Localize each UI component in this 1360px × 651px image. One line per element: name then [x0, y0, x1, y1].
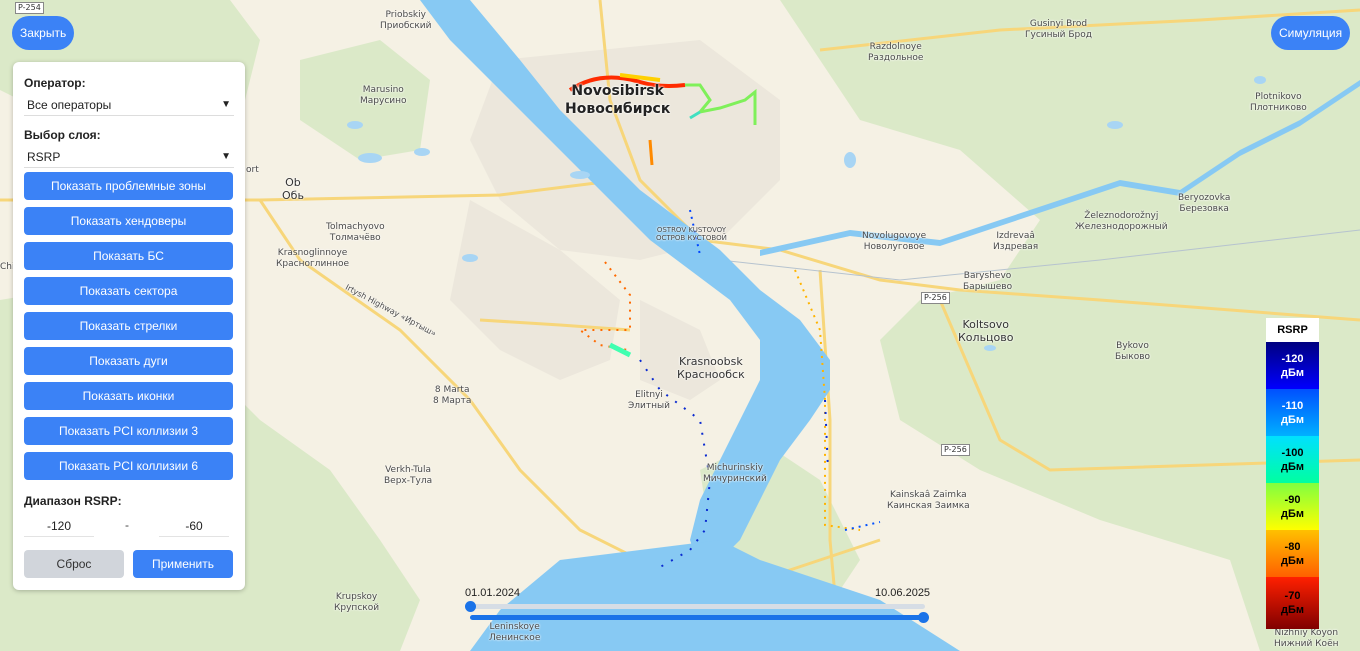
operator-select-value: Все операторы: [27, 98, 112, 112]
map-label-verkh-tula: Verkh-Tula Верх-Тула: [384, 465, 433, 486]
show-pci-collisions-6-button[interactable]: Показать PCI коллизии 6: [24, 452, 233, 480]
map-label-plotnikovo: Plotnikovo Плотниково: [1250, 92, 1307, 113]
show-base-stations-button[interactable]: Показать БС: [24, 242, 233, 270]
map-label-bykovo: Bykovo Быково: [1115, 341, 1151, 362]
chevron-down-icon: ▼: [221, 151, 231, 162]
timeline-end-date: 10.06.2025: [875, 587, 931, 599]
map-label-8-marta: 8 Marta 8 Марта: [433, 385, 472, 406]
show-arrows-button[interactable]: Показать стрелки: [24, 312, 233, 340]
operator-select[interactable]: Все операторы ▼: [24, 94, 234, 116]
timeline-track-top[interactable]: [470, 604, 925, 609]
show-icons-button[interactable]: Показать иконки: [24, 382, 233, 410]
timeline-range-fill[interactable]: [470, 615, 925, 620]
map-label-kainskaya-zaimka: Kainskaâ Zaimka Каинская Заимка: [887, 490, 970, 511]
map-label-izdrevaya: Izdrevaâ Издревая: [993, 231, 1039, 252]
timeline-end-handle[interactable]: [918, 612, 929, 623]
apply-button[interactable]: Применить: [133, 550, 233, 578]
show-arcs-button[interactable]: Показать дуги: [24, 347, 233, 375]
chevron-down-icon: ▼: [221, 99, 231, 110]
operator-label: Оператор:: [24, 76, 86, 90]
map-label-novosibirsk: Novosibirsk Новосибирск: [565, 83, 671, 117]
road-shield-p256: P-256: [921, 292, 950, 304]
legend-title: RSRP: [1277, 324, 1308, 336]
layer-select-value: RSRP: [27, 150, 61, 164]
map-label-koltsovo: Koltsovo Кольцово: [958, 318, 1014, 344]
map-label-ostrov-kustovoy: OSTROV KUSTOVOY ОСТРОВ КУСТОВОЙ: [656, 226, 727, 242]
layer-label: Выбор слоя:: [24, 128, 101, 142]
reset-button[interactable]: Сброс: [24, 550, 124, 578]
range-separator: -: [125, 518, 129, 532]
map-label-tolmachyovo: Tolmachyovo Толмачёво: [326, 222, 385, 243]
map-label-gusinyi-brod: Gusinyi Brod Гусиный Брод: [1025, 19, 1092, 40]
timeline-start-handle[interactable]: [465, 601, 476, 612]
control-panel: Оператор: Все операторы ▼ Выбор слоя: RS…: [13, 62, 245, 590]
legend-item: -120 дБм: [1266, 342, 1319, 389]
simulation-button[interactable]: Симуляция: [1271, 16, 1351, 50]
rsrp-min-input[interactable]: -120: [24, 516, 94, 537]
map-label-elitnyi: Elitnyi Элитный: [628, 390, 670, 411]
map-label-krasnoobsk: Krasnoobsk Краснообск: [677, 355, 745, 381]
legend-item: -70 дБм: [1266, 577, 1319, 629]
layer-select[interactable]: RSRP ▼: [24, 146, 234, 168]
legend-item: -110 дБм: [1266, 389, 1319, 436]
map-label-ort: ort: [246, 165, 259, 175]
map-label-zheleznodorozhnyj: Železnodorožnyj Железнодорожный: [1075, 211, 1168, 232]
show-sectors-button[interactable]: Показать сектора: [24, 277, 233, 305]
road-shield-p256-2: P-256: [941, 444, 970, 456]
show-problem-zones-button[interactable]: Показать проблемные зоны: [24, 172, 233, 200]
map-label-marusino: Marusino Марусино: [360, 85, 407, 106]
map-label-michurinskiy: Michurinskiy Мичуринский: [703, 463, 767, 484]
show-pci-collisions-3-button[interactable]: Показать PCI коллизии 3: [24, 417, 233, 445]
map-label-ob: Ob Обь: [282, 176, 304, 202]
map-label-leninskoye: Leninskoye Ленинское: [489, 622, 541, 643]
rsrp-legend: RSRP -120 дБм -110 дБм -100 дБм -90 дБм -80 д…: [1266, 318, 1319, 629]
close-button[interactable]: Закрыть: [12, 16, 75, 50]
legend-item: -90 дБм: [1266, 483, 1319, 530]
map-label-razdolnoye: Razdolnoye Раздольное: [868, 42, 924, 63]
map-label-krupskoy: Krupskoy Крупской: [334, 592, 380, 613]
map-label-nizhniy-koyon: Nizhniy Koyon Нижний Коён: [1274, 628, 1339, 649]
show-handovers-button[interactable]: Показать хендоверы: [24, 207, 233, 235]
road-shield-p254: P-254: [15, 2, 44, 14]
map-label-beryozovka: Beryozovka Березовка: [1178, 193, 1231, 214]
map-label-krasnoglinnoye: Krasnoglinnoye Красноглинное: [276, 248, 350, 269]
legend-item: -80 дБм: [1266, 530, 1319, 577]
legend-item: -100 дБм: [1266, 436, 1319, 483]
timeline-start-date: 01.01.2024: [465, 587, 521, 599]
rsrp-range-label: Диапазон RSRP:: [24, 494, 122, 508]
map-label-baryshevo: Baryshevo Барышево: [963, 271, 1013, 292]
map-label-priobskiy: Priobskiy Приобский: [380, 10, 432, 31]
rsrp-max-input[interactable]: -60: [159, 516, 229, 537]
map-label-novolugovoye: Novolugovoye Новолуговое: [862, 231, 927, 252]
